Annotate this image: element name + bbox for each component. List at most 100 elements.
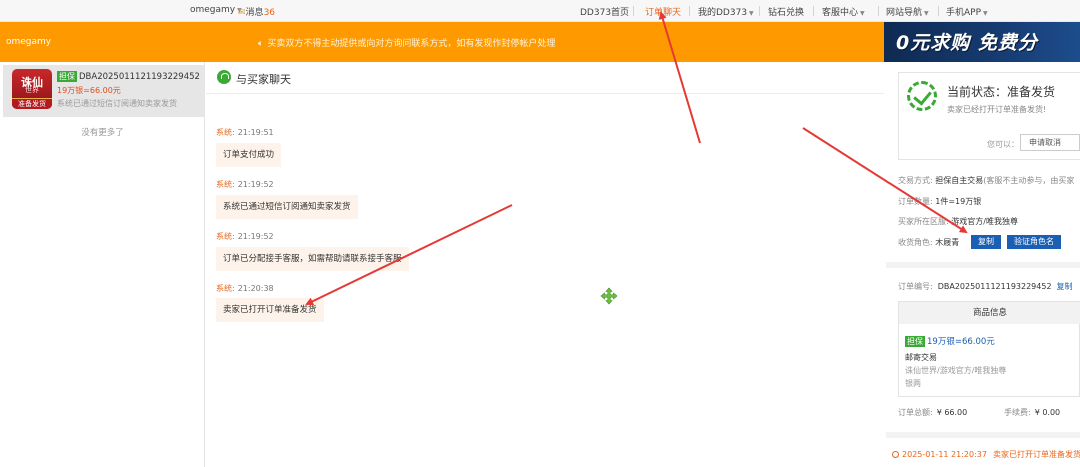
log-time: 2025-01-11 21:20:37 bbox=[902, 450, 987, 459]
message-bubble: 卖家已打开订单准备发货 bbox=[216, 298, 324, 322]
order-no-label: 订单编号: bbox=[898, 282, 933, 291]
session-last-message: 系统已通过短信订阅通知卖家发货 bbox=[57, 99, 177, 108]
chat-header: 与买家聊天 bbox=[206, 62, 884, 94]
order-status-card: 当前状态：准备发货 卖家已经打开订单准备发货! 您可以： 申请取消 交易方式: … bbox=[886, 62, 1080, 262]
goods-info-box: 商品信息 担保 19万银=66.00元 邮寄交易 诛仙世界/游戏官方/唯我独尊 银… bbox=[898, 301, 1080, 397]
trade-mode-row: 交易方式: 担保自主交易(客服不主动参与，由买家 bbox=[898, 175, 1074, 186]
goods-header: 商品信息 bbox=[899, 302, 1080, 324]
nav-divider bbox=[759, 6, 760, 16]
nav-divider bbox=[938, 6, 939, 16]
log-text: 卖家已打开订单准备发货 bbox=[992, 450, 1080, 459]
total-value: ¥ 66.00 bbox=[936, 408, 968, 417]
goods-trade-mode: 邮寄交易 bbox=[905, 353, 937, 362]
message-time: 21:19:52 bbox=[237, 180, 274, 189]
message-meta: 系统: 21:19:52 bbox=[216, 179, 274, 190]
message-bubble: 系统已通过短信订阅通知卖家发货 bbox=[216, 195, 358, 219]
messages-count: 36 bbox=[263, 8, 276, 18]
notice-text: 买卖双方不得主动提供或向对方询问联系方式，如有发现作封停帐户处理 bbox=[267, 39, 556, 49]
message-meta: 系统: 21:19:51 bbox=[216, 127, 274, 138]
order-number-row: 订单编号: DBA20250111211932294​52 复制 bbox=[898, 281, 1073, 292]
order-detail-panel: 当前状态：准备发货 卖家已经打开订单准备发货! 您可以： 申请取消 交易方式: … bbox=[886, 62, 1080, 467]
status-title: 当前状态：准备发货 bbox=[947, 85, 1056, 99]
goods-price-line: 担保 19万银=66.00元 bbox=[905, 335, 995, 347]
message-sender: 系统: bbox=[216, 284, 235, 293]
nav-divider bbox=[689, 6, 690, 16]
nav-divider bbox=[633, 6, 634, 16]
receiver-row: 收货角色: 木屐青 bbox=[898, 237, 959, 248]
move-cursor-icon bbox=[600, 287, 618, 305]
chat-user-icon bbox=[217, 70, 231, 84]
nav-label: 手机APP bbox=[946, 8, 982, 18]
quantity-row: 订单数量: 1件=19万银 bbox=[898, 196, 981, 207]
nav-link-order-chat[interactable]: 订单聊天 bbox=[645, 5, 681, 18]
message-sender: 系统: bbox=[216, 180, 235, 189]
goods-price: 19万银=66.00元 bbox=[927, 337, 995, 347]
request-cancel-button[interactable]: 申请取消 bbox=[1020, 134, 1080, 151]
promo-banner-text: 0元求购 免费分 bbox=[896, 32, 1038, 54]
status-subtitle: 卖家已经打开订单准备发货! bbox=[947, 105, 1047, 114]
buyer-area-label: 买家所在区服: bbox=[898, 217, 949, 226]
nav-label: 我的DD373 bbox=[698, 8, 748, 18]
messages-label: 消息 bbox=[245, 8, 264, 18]
thumb-status-tag: 准备发货 bbox=[12, 98, 52, 109]
speaker-icon: 🔈︎ bbox=[258, 39, 264, 49]
service-fee: 手续费: ¥ 0.00 bbox=[1004, 407, 1060, 418]
message-time: 21:19:52 bbox=[237, 232, 274, 241]
username-label: omegamy bbox=[190, 5, 236, 15]
session-order-line: 担保 DBA20250111211932294​52 bbox=[57, 71, 200, 82]
chat-title: 与买家聊天 bbox=[236, 73, 291, 86]
message-time: 21:19:51 bbox=[237, 128, 274, 137]
trade-mode-label: 交易方式: bbox=[898, 176, 933, 185]
receiver-value: 木屐青 bbox=[935, 238, 960, 247]
message-meta: 系统: 21:19:52 bbox=[216, 231, 274, 242]
receiver-label: 收货角色: bbox=[898, 238, 933, 247]
order-log-entry: 2025-01-11 21:20:37 卖家已打开订单准备发货 bbox=[892, 449, 1080, 460]
game-thumbnail: 诛仙 世界 准备发货 bbox=[12, 69, 52, 109]
messages-link[interactable]: ✉消息36 bbox=[238, 5, 275, 18]
chevron-down-icon: ▼ bbox=[983, 10, 988, 17]
nav-divider bbox=[813, 6, 814, 16]
nav-link-service[interactable]: 客服中心 ▼ bbox=[822, 5, 865, 18]
copy-role-button[interactable]: 复制 bbox=[971, 235, 1001, 249]
session-item[interactable]: 诛仙 世界 准备发货 担保 DBA20250111211932294​52 19万… bbox=[3, 65, 205, 117]
order-no-value: DBA20250111211932294​52 bbox=[937, 282, 1052, 291]
promo-banner[interactable]: 0元求购 免费分 bbox=[884, 22, 1080, 62]
nav-link-mobile-app[interactable]: 手机APP ▼ bbox=[946, 5, 988, 18]
nav-link-diamond[interactable]: 钻石兑换 bbox=[768, 5, 804, 18]
message-bubble: 订单支付成功 bbox=[216, 143, 282, 167]
fee-value: ¥ 0.00 bbox=[1034, 408, 1061, 417]
timeline-dot-icon bbox=[892, 451, 899, 458]
nav-link-site-nav[interactable]: 网站导航 ▼ bbox=[886, 5, 929, 18]
status-box: 当前状态：准备发货 卖家已经打开订单准备发货! 您可以： 申请取消 bbox=[898, 72, 1080, 160]
goods-type: 银两 bbox=[905, 379, 921, 388]
session-order-no: DBA20250111211932294​52 bbox=[79, 72, 200, 82]
nav-link-home[interactable]: DD373首页 bbox=[580, 5, 629, 18]
message-sender: 系统: bbox=[216, 128, 235, 137]
nav-divider bbox=[878, 6, 879, 16]
check-circle-icon bbox=[907, 81, 937, 111]
total-label: 订单总额: bbox=[898, 408, 933, 417]
order-total: 订单总额: ¥ 66.00 bbox=[898, 407, 967, 418]
session-price: 19万银=66.00元 bbox=[57, 86, 121, 95]
quantity-value: 1件=19万银 bbox=[935, 197, 982, 206]
message-sender: 系统: bbox=[216, 232, 235, 241]
session-list: 诛仙 世界 准备发货 担保 DBA20250111211932294​52 19万… bbox=[0, 62, 205, 467]
message-time: 21:20:38 bbox=[237, 284, 274, 293]
nav-label: 客服中心 bbox=[822, 8, 859, 18]
username-menu[interactable]: omegamy ▼ bbox=[190, 5, 242, 15]
notice-bar: omegamy 🔈︎ 买卖双方不得主动提供或向对方询问联系方式，如有发现作封停帐户… bbox=[0, 22, 1080, 62]
nav-label: 网站导航 bbox=[886, 8, 923, 18]
chat-panel: 与买家聊天 系统: 21:19:51 订单支付成功 系统: 21:19:52 系统已… bbox=[206, 62, 884, 467]
nav-link-my-dd373[interactable]: 我的DD373 ▼ bbox=[698, 5, 754, 18]
thumb-subtitle: 世界 bbox=[25, 86, 39, 94]
chevron-down-icon: ▼ bbox=[749, 10, 754, 17]
fee-label: 手续费: bbox=[1004, 408, 1031, 417]
message-bubble: 订单已分配接手客服，如需帮助请联系接手客服 bbox=[216, 247, 409, 271]
guarantee-badge: 担保 bbox=[57, 71, 77, 82]
chevron-down-icon: ▼ bbox=[860, 10, 865, 17]
quantity-label: 订单数量: bbox=[898, 197, 933, 206]
verify-role-button[interactable]: 验证角色名 bbox=[1007, 235, 1061, 249]
trade-mode-note: (客服不主动参与，由买家 bbox=[983, 176, 1075, 185]
copy-order-no-link[interactable]: 复制 bbox=[1057, 282, 1073, 291]
cancel-prompt: 您可以： bbox=[987, 140, 1019, 149]
